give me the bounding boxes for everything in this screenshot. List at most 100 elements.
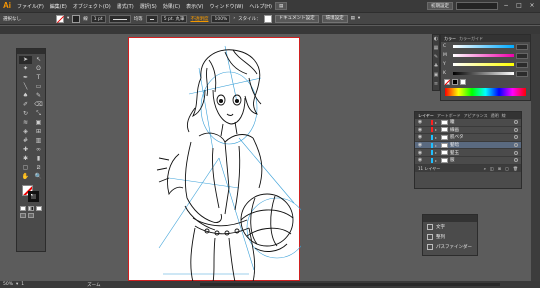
eraser-tool-icon[interactable]: ⌫ <box>32 101 45 109</box>
color-mode-button[interactable] <box>20 206 26 211</box>
black-swatch[interactable] <box>452 79 458 85</box>
collapsed-panel-header[interactable] <box>423 215 477 222</box>
pencil-tool-icon[interactable]: ✎ <box>32 92 45 100</box>
selection-arrow-tool-icon[interactable]: ➤ <box>19 56 32 64</box>
shape-builder-tool-icon[interactable]: ◈ <box>19 128 32 136</box>
visibility-eye-icon[interactable]: ◉ <box>417 150 423 156</box>
make-clipping-mask-icon[interactable]: ◫ <box>490 165 494 172</box>
minimize-button[interactable]: − <box>501 2 511 10</box>
tab-stroke[interactable]: 線 <box>502 113 506 119</box>
rotate-tool-icon[interactable]: ↻ <box>19 110 32 118</box>
vertical-scrollbar[interactable] <box>531 34 540 281</box>
layer-name[interactable]: 瞳 <box>450 119 455 125</box>
width-tool-icon[interactable]: ≋ <box>19 119 32 127</box>
free-transform-tool-icon[interactable]: ▣ <box>32 119 45 127</box>
cyan-slider[interactable]: C <box>441 42 530 51</box>
stroke-label[interactable]: 線 <box>83 16 88 22</box>
opacity-link[interactable]: 不透明度 <box>190 16 208 22</box>
type-tool-icon[interactable]: T <box>32 74 45 82</box>
artboard-tool-icon[interactable]: ▢ <box>19 164 32 172</box>
layer-name[interactable]: 線画 <box>450 127 459 133</box>
layer-row[interactable]: ◉ ▸ 服 <box>415 157 521 165</box>
symbol-sprayer-tool-icon[interactable]: ✱ <box>19 155 32 163</box>
fill-swatch[interactable] <box>56 14 64 23</box>
search-field[interactable] <box>456 2 498 10</box>
layer-name[interactable]: 服 <box>450 157 455 163</box>
menu-edit[interactable]: 編集(E) <box>47 3 70 10</box>
character-panel-item[interactable]: 文字 <box>423 222 477 232</box>
visibility-eye-icon[interactable]: ◉ <box>417 127 423 133</box>
pathfinder-panel-item[interactable]: パスファインダー <box>423 242 477 252</box>
stroke-swatch[interactable] <box>72 14 81 23</box>
menu-select[interactable]: 選択(S) <box>137 3 160 10</box>
chevron-down-icon[interactable]: ▾ <box>67 16 69 21</box>
lasso-tool-icon[interactable]: ʘ <box>32 65 45 73</box>
blob-brush-tool-icon[interactable]: ✐ <box>19 101 32 109</box>
delete-layer-icon[interactable]: 🗑 <box>513 165 518 172</box>
perspective-grid-tool-icon[interactable]: ⊞ <box>32 128 45 136</box>
variable-width-profile[interactable] <box>108 14 131 23</box>
layer-row[interactable]: ◉ ▸ 瞳 <box>415 119 521 127</box>
scale-tool-icon[interactable]: ⤡ <box>32 110 45 118</box>
visibility-eye-icon[interactable]: ◉ <box>417 134 423 140</box>
draw-normal-button[interactable] <box>20 213 26 218</box>
target-circle-icon[interactable] <box>514 143 518 148</box>
gradient-mode-button[interactable] <box>28 206 34 211</box>
stroke-weight-dropdown[interactable]: 1 pt <box>90 14 106 23</box>
layer-row[interactable]: ◉ ▸ 髪玉 <box>415 149 521 157</box>
eyedropper-tool-icon[interactable]: ✚ <box>19 146 32 154</box>
zoom-tool-icon[interactable]: 🔍 <box>32 173 45 181</box>
menu-view[interactable]: 表示(V) <box>183 3 206 10</box>
tab-color-guide[interactable]: カラーガイド <box>459 36 483 42</box>
column-graph-tool-icon[interactable]: ▮ <box>32 155 45 163</box>
tab-artboards[interactable]: アートボード <box>437 113 461 119</box>
color-panel-icon[interactable]: ◐ <box>433 35 439 44</box>
maximize-button[interactable]: □ <box>514 2 524 10</box>
opacity-field[interactable]: 100% <box>211 14 231 23</box>
rectangle-tool-icon[interactable]: ▭ <box>32 83 45 91</box>
symbols-panel-icon[interactable]: ♣ <box>433 62 439 71</box>
target-circle-icon[interactable] <box>514 158 518 163</box>
none-mode-button[interactable] <box>36 206 42 211</box>
blend-tool-icon[interactable]: ∞ <box>32 146 45 154</box>
brush-dropdown[interactable]: 5 pt. 丸筆 <box>160 14 188 23</box>
line-segment-tool-icon[interactable]: ╲ <box>19 83 32 91</box>
menu-effect[interactable]: 効果(C) <box>160 3 183 10</box>
direct-selection-tool-icon[interactable]: ↖ <box>32 56 45 64</box>
magic-wand-tool-icon[interactable]: ✦ <box>19 65 32 73</box>
brushes-panel-icon[interactable]: ✎ <box>433 53 439 62</box>
layer-name[interactable]: 髪暗 <box>450 142 459 148</box>
tab-color[interactable]: カラー <box>444 36 456 42</box>
zoom-level[interactable]: 50% <box>3 282 13 287</box>
menu-type[interactable]: 書式(T) <box>114 3 137 10</box>
artboard[interactable] <box>128 37 308 283</box>
paintbrush-tool-icon[interactable]: ♠ <box>19 92 32 100</box>
target-circle-icon[interactable] <box>514 135 518 140</box>
expand-triangle-icon[interactable]: ▸ <box>435 127 439 132</box>
expand-triangle-icon[interactable]: ▸ <box>435 143 439 148</box>
layer-row[interactable]: ◉ ▸ 肌ベタ <box>415 134 521 142</box>
expand-triangle-icon[interactable]: ▸ <box>435 158 439 163</box>
chevron-down-icon[interactable]: ▾ <box>16 282 18 287</box>
horizontal-scrollbar[interactable] <box>200 283 500 286</box>
tab-layers[interactable]: レイヤー <box>418 113 434 119</box>
workspace-switcher[interactable]: 初期設定 <box>427 2 453 10</box>
style-swatch[interactable] <box>263 14 272 23</box>
swatches-panel-icon[interactable]: ▦ <box>433 44 439 53</box>
target-circle-icon[interactable] <box>514 127 518 132</box>
visibility-eye-icon[interactable]: ◉ <box>417 119 423 125</box>
expand-triangle-icon[interactable]: ▸ <box>435 120 439 125</box>
color-spectrum[interactable] <box>445 88 526 96</box>
bridge-button[interactable]: ▤ <box>275 2 288 10</box>
menu-object[interactable]: オブジェクト(O) <box>70 3 114 10</box>
expand-triangle-icon[interactable]: ▸ <box>435 135 439 140</box>
preferences-button[interactable]: 環境設定 <box>321 14 348 23</box>
screen-mode-button[interactable] <box>28 213 34 218</box>
target-circle-icon[interactable] <box>514 120 518 125</box>
tab-transparency[interactable]: 透明 <box>491 113 499 119</box>
layer-name[interactable]: 肌ベタ <box>450 134 464 140</box>
layer-name[interactable]: 髪玉 <box>450 150 459 156</box>
white-swatch[interactable] <box>460 79 466 85</box>
slice-tool-icon[interactable]: ⧄ <box>32 164 45 172</box>
menu-window[interactable]: ウィンドウ(W) <box>206 3 246 10</box>
